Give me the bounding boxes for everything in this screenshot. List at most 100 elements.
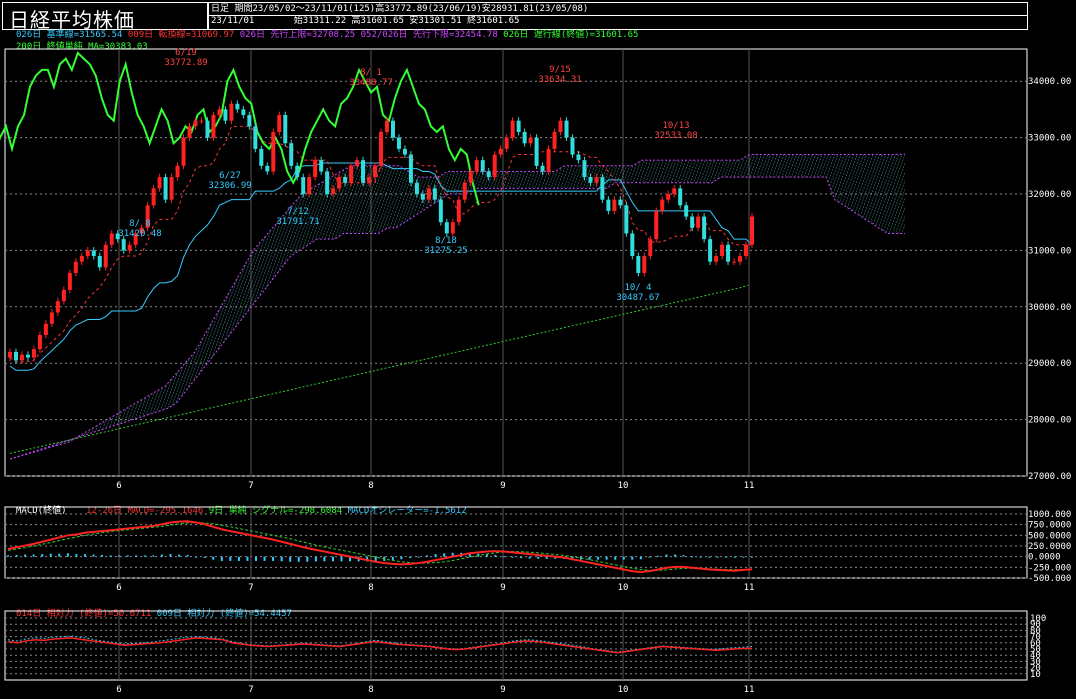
rsi-panel: 1009080706050403020106 7 8 9 10 11 xyxy=(5,611,1046,695)
candle-body xyxy=(732,261,737,263)
rsi14-line xyxy=(7,637,752,654)
candle-body xyxy=(8,351,12,358)
macd-osc-bar xyxy=(605,556,608,560)
macd-osc-bar xyxy=(426,555,429,557)
candle-body xyxy=(319,160,324,172)
candle-body xyxy=(456,199,461,223)
candle-body xyxy=(61,289,66,302)
macd-osc-bar xyxy=(160,554,163,557)
candle-body xyxy=(648,239,653,257)
annotation-date: 6/27 xyxy=(219,171,241,181)
candle-body xyxy=(600,177,605,200)
macd-osc-bar xyxy=(751,556,753,558)
candle-body xyxy=(343,177,348,183)
candle-body xyxy=(121,239,126,251)
macd-osc-bar xyxy=(656,555,659,557)
macd-osc-bar xyxy=(178,554,181,557)
candle-body xyxy=(408,154,413,183)
macd-osc-bar xyxy=(109,555,112,557)
candle-body xyxy=(642,256,647,273)
candle-body xyxy=(546,148,551,172)
y-tick-label: 29000.00 xyxy=(1028,359,1071,369)
macd-osc-bar xyxy=(417,556,420,558)
macd-osc-bar xyxy=(66,553,69,557)
macd-osc-bar xyxy=(32,554,35,557)
candle-body xyxy=(708,239,713,262)
candle-body xyxy=(534,137,539,166)
y-tick-label: 27000.00 xyxy=(1028,472,1071,482)
candle-body xyxy=(384,120,389,132)
candle-body xyxy=(558,120,563,132)
macd-osc-bar xyxy=(280,556,283,562)
candle-body xyxy=(367,177,372,183)
candle-body xyxy=(570,137,575,155)
macd-osc-bar xyxy=(443,553,446,557)
candle-body xyxy=(193,120,198,127)
candle-body xyxy=(175,165,180,178)
candle-body xyxy=(295,165,300,178)
candle-body xyxy=(283,115,288,144)
macd-osc-bar xyxy=(41,554,44,557)
macd-osc-bar xyxy=(331,556,334,562)
macd-osc-bar xyxy=(126,555,129,557)
candle-body xyxy=(223,109,228,121)
annotation-value: 33634.31 xyxy=(538,75,581,85)
candle-body xyxy=(25,354,30,358)
macd-osc-bar xyxy=(725,556,728,558)
macd-tick-label: 250.0000 xyxy=(1028,542,1071,552)
macd-osc-bar xyxy=(255,556,257,561)
x-tick-label: 6 xyxy=(116,685,121,695)
macd-osc-bar xyxy=(511,556,514,558)
macd-osc-bar xyxy=(58,553,61,557)
chart-canvas: 34000.00 33000.00 32000.00 31000.00 30000.00… xyxy=(0,48,1071,695)
macd-osc-bar xyxy=(314,556,317,562)
x-tick-label: 11 xyxy=(744,583,755,593)
macd-osc-bar xyxy=(169,554,172,557)
macd-osc-bar xyxy=(716,556,719,558)
candle-body xyxy=(480,160,485,172)
macd-osc-bar xyxy=(708,556,711,558)
candle-body xyxy=(73,261,78,273)
candle-body xyxy=(486,171,491,178)
candle-body xyxy=(13,351,18,361)
macd-tick-label: -250.000 xyxy=(1028,563,1071,573)
candle-body xyxy=(516,120,521,132)
x-tick-label: 10 xyxy=(618,685,629,695)
macd-osc-bar xyxy=(203,556,206,558)
candle-body xyxy=(373,165,378,178)
annotation-date: 10/ 4 xyxy=(624,283,651,293)
macd-osc-bar xyxy=(622,556,625,560)
macd-osc-bar xyxy=(648,556,651,558)
candle-body xyxy=(85,250,90,257)
candle-body xyxy=(726,244,731,262)
x-tick-label: 8 xyxy=(368,583,373,593)
x-tick-label: 9 xyxy=(500,583,505,593)
annotation-date: 8/ 1 xyxy=(360,68,382,78)
candle-body xyxy=(606,199,611,211)
macd-osc-bar xyxy=(289,556,292,562)
annotation-value: 31420.48 xyxy=(118,229,161,239)
candle-body xyxy=(43,323,48,335)
x-tick-label: 7 xyxy=(248,685,253,695)
panel-frame xyxy=(4,48,1028,477)
macd-osc-bar xyxy=(400,556,403,560)
candle-body xyxy=(259,148,264,166)
macd-osc-bar xyxy=(75,554,78,557)
annotation-value: 30487.67 xyxy=(616,293,659,303)
candle-body xyxy=(738,256,743,262)
candle-body xyxy=(450,222,455,234)
candle-body xyxy=(654,210,659,240)
candle-body xyxy=(588,177,593,183)
macd-osc-bar xyxy=(118,555,121,557)
rsi-tick-label: 10 xyxy=(1030,670,1041,680)
candle-body xyxy=(181,137,186,166)
candle-body xyxy=(289,143,294,166)
panel-frame xyxy=(4,610,1028,681)
macd-osc-bar xyxy=(212,556,215,560)
annotation-date: 8/18 xyxy=(435,236,457,246)
candle-body xyxy=(313,160,318,178)
annotation-date: 6/19 xyxy=(175,48,197,58)
candle-body xyxy=(678,188,683,206)
candle-body xyxy=(205,120,210,138)
macd-osc-bar xyxy=(503,556,505,558)
